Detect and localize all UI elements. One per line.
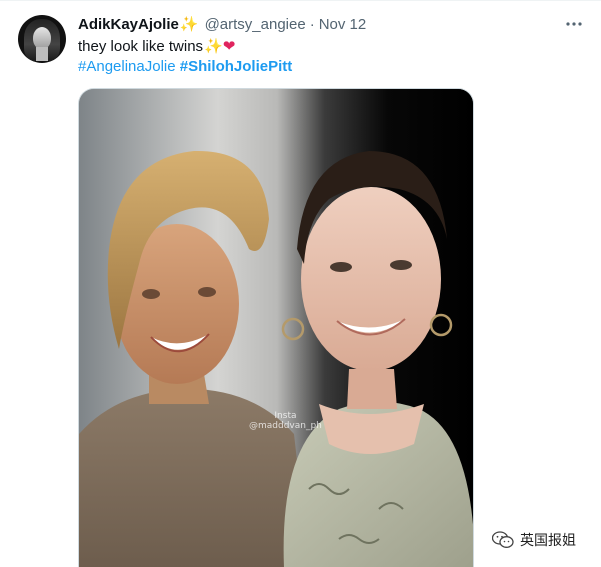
wechat-watermark: 英国报姐 [492,529,576,551]
more-horizontal-icon[interactable] [563,14,585,34]
sparkle-emoji: ✨ [179,16,199,33]
tweet-text-body: they look like twins [78,38,204,55]
image-watermark: Insta @madddvan_ph [249,411,322,431]
tweet[interactable]: AdikKayAjolie ✨ @artsy_angiee · Nov 12 t… [0,0,601,567]
user-handle[interactable]: @artsy_angiee [205,16,306,33]
watermark-line-1: Insta [274,411,297,421]
avatar[interactable] [18,15,66,63]
tweet-date[interactable]: Nov 12 [319,16,367,33]
hashtag-shilohjoliepitt[interactable]: #ShilohJoliePitt [180,58,293,75]
tweet-text: they look like twins✨❤ [78,37,235,57]
watermark-line-2: @madddvan_ph [249,421,322,431]
avatar-face [33,27,51,49]
heart-emoji: ❤ [222,38,236,55]
hashtag-angelinajolie[interactable]: #AngelinaJolie [78,58,176,75]
sparkle-emoji: ✨ [204,38,223,55]
hashtags: #AngelinaJolie #ShilohJoliePitt [78,57,292,77]
tweet-media-image[interactable]: Insta @madddvan_ph [78,88,474,567]
separator-dot: · [309,15,315,33]
wechat-label: 英国报姐 [520,533,576,549]
avatar-neck [36,47,48,61]
tweet-header: AdikKayAjolie ✨ @artsy_angiee · Nov 12 [78,14,366,34]
photo-illustration [79,89,473,567]
display-name[interactable]: AdikKayAjolie [78,16,179,33]
wechat-icon [492,531,514,548]
